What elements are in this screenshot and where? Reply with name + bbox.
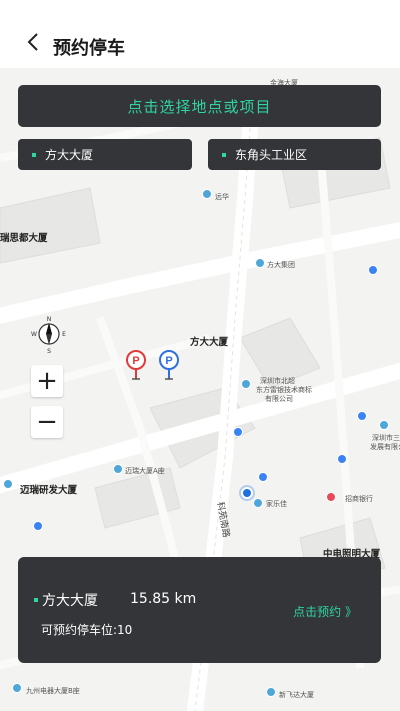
bullet-icon: [32, 152, 36, 157]
parking-pin-red-icon[interactable]: P: [125, 350, 147, 380]
bullet-icon: [222, 152, 226, 157]
top-bar: 预约停车: [0, 0, 400, 68]
chip-label: 东角头工业区: [235, 148, 308, 162]
poi-marker-icon[interactable]: [258, 472, 268, 482]
map-label: 迈瑞研发大厦: [20, 485, 78, 496]
poi-marker-icon[interactable]: [113, 464, 123, 474]
compass-s: S: [47, 348, 51, 354]
poi-marker-icon[interactable]: [33, 521, 43, 531]
poi-marker-icon[interactable]: [368, 265, 378, 275]
compass-n: N: [47, 316, 52, 323]
select-location-button[interactable]: 点击选择地点或项目: [18, 85, 381, 127]
poi-marker-icon[interactable]: [12, 683, 22, 693]
svg-text:P: P: [165, 355, 172, 367]
map-label: 瑞思都大厦: [0, 233, 48, 244]
map-label: 方大大厦: [190, 337, 229, 348]
bullet-icon: [34, 598, 38, 602]
poi-marker-icon[interactable]: [357, 411, 367, 421]
poi-marker-icon[interactable]: [3, 479, 13, 489]
poi-marker-icon[interactable]: [253, 498, 263, 508]
location-dot-icon: [241, 487, 253, 499]
parking-distance: 15.85 km: [130, 591, 197, 607]
compass-icon[interactable]: N S W E: [31, 314, 67, 354]
poi-marker-icon[interactable]: [266, 687, 276, 697]
parking-name: 方大大厦: [42, 593, 98, 609]
map-label: 招商银行: [345, 495, 373, 503]
reserve-button[interactable]: 点击预约 》: [293, 603, 357, 620]
available-slots: 可预约停车位:10: [41, 623, 133, 637]
poi-marker-icon[interactable]: [255, 258, 265, 268]
compass-e: E: [62, 331, 66, 338]
chip-label: 方大大厦: [45, 148, 94, 162]
poi-marker-icon[interactable]: [241, 379, 251, 389]
map-label: 有限公司: [265, 395, 293, 403]
svg-text:P: P: [132, 355, 139, 367]
poi-marker-icon[interactable]: [233, 427, 243, 437]
poi-marker-icon[interactable]: [202, 189, 212, 199]
back-arrow-icon[interactable]: [22, 31, 44, 53]
select-location-label: 点击选择地点或项目: [127, 97, 272, 116]
map-label: 远华: [215, 193, 229, 201]
map-label: 发展有限公: [370, 443, 400, 451]
map-label: 新飞达大厦: [279, 691, 314, 699]
compass-w: W: [31, 331, 37, 338]
map-label: 迈瑞大厦A座: [125, 467, 165, 475]
parking-pin-blue-icon[interactable]: P: [158, 350, 180, 380]
map-label: 方大集团: [267, 261, 295, 269]
zoom-out-button[interactable]: −: [31, 406, 63, 438]
location-chip-fangda[interactable]: 方大大厦: [18, 139, 192, 170]
parking-info-card: 方大大厦 15.85 km 可预约停车位:10 点击预约 》: [18, 557, 381, 663]
page-title: 预约停车: [53, 38, 125, 59]
poi-marker-icon[interactable]: [326, 492, 336, 502]
poi-marker-icon[interactable]: [379, 420, 389, 430]
map-label: 九州电器大厦B座: [26, 687, 80, 695]
map-label: 家乐佳: [266, 500, 287, 508]
poi-marker-icon[interactable]: [337, 454, 347, 464]
zoom-in-button[interactable]: +: [31, 365, 63, 397]
location-chip-dongjiaotou[interactable]: 东角头工业区: [208, 139, 381, 170]
